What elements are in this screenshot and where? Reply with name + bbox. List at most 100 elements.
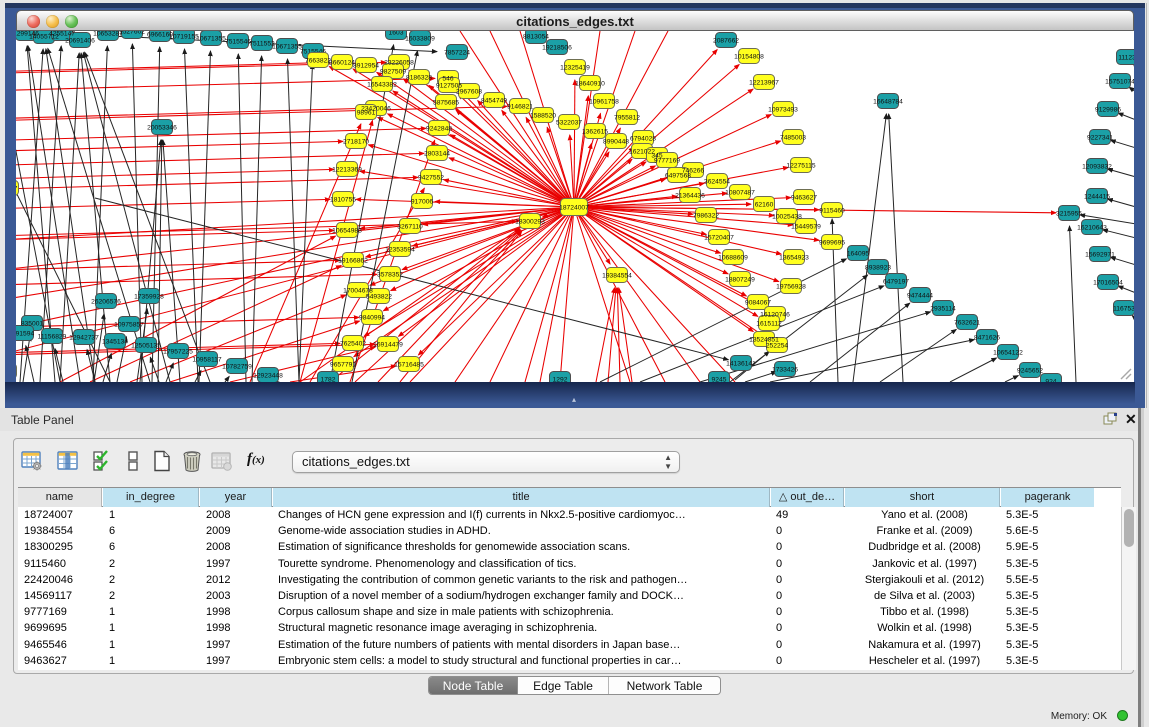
svg-text:12923448: 12923448	[253, 372, 283, 379]
svg-text:12353594: 12353594	[385, 246, 415, 253]
svg-text:15720407: 15720407	[704, 234, 734, 241]
svg-text:15692971: 15692971	[1085, 251, 1115, 258]
svg-text:8454749: 8454749	[481, 97, 507, 104]
svg-text:9777169: 9777169	[654, 157, 680, 164]
svg-text:12213967: 12213967	[749, 79, 779, 86]
svg-text:9245652: 9245652	[1017, 367, 1043, 374]
svg-text:17957225: 17957225	[163, 348, 193, 355]
svg-text:17359928: 17359928	[134, 293, 164, 300]
svg-text:19166862: 19166862	[338, 257, 368, 264]
svg-text:5493822: 5493822	[366, 293, 392, 300]
svg-text:21364436: 21364436	[675, 192, 705, 199]
svg-text:546: 546	[442, 75, 453, 82]
svg-text:10654122: 10654122	[993, 349, 1023, 356]
svg-text:1615112: 1615112	[756, 320, 782, 327]
svg-text:17004678: 17004678	[343, 287, 373, 294]
svg-text:7986322: 7986322	[693, 212, 719, 219]
svg-text:18300293: 18300293	[515, 218, 545, 225]
svg-text:12325419: 12325419	[560, 64, 590, 71]
svg-text:23226058: 23226058	[384, 59, 414, 66]
svg-text:13654923: 13654923	[779, 254, 809, 261]
svg-text:8912954: 8912954	[353, 62, 379, 69]
svg-text:1603: 1603	[389, 31, 404, 36]
svg-text:11123: 11123	[1118, 54, 1134, 61]
svg-text:9129986: 9129986	[1095, 106, 1121, 113]
svg-text:17016504: 17016504	[1093, 279, 1123, 286]
svg-text:10154808: 10154808	[734, 53, 764, 60]
svg-text:9827509: 9827509	[380, 68, 406, 75]
svg-text:9699695: 9699695	[819, 239, 845, 246]
svg-text:18640910: 18640910	[575, 80, 605, 87]
svg-text:16543382: 16543382	[367, 81, 397, 88]
svg-text:19218506: 19218506	[542, 44, 572, 51]
svg-text:7485003: 7485003	[780, 134, 806, 141]
svg-text:18807249: 18807249	[725, 276, 755, 283]
svg-text:164095: 164095	[847, 250, 870, 257]
svg-text:1527602: 1527602	[119, 31, 145, 35]
svg-text:1362615: 1362615	[582, 128, 608, 135]
svg-text:924: 924	[1045, 378, 1056, 382]
svg-text:9463627: 9463627	[791, 194, 817, 201]
svg-text:9146821: 9146821	[507, 103, 533, 110]
svg-text:917006: 917006	[411, 198, 434, 205]
svg-text:10719155: 10719155	[169, 33, 199, 40]
svg-text:8660124: 8660124	[329, 59, 355, 66]
svg-text:10671355: 10671355	[196, 35, 226, 42]
svg-text:14136141: 14136141	[726, 360, 756, 367]
svg-text:9427552: 9427552	[418, 174, 444, 181]
svg-text:1345134: 1345134	[102, 338, 128, 345]
svg-text:2718170: 2718170	[343, 138, 369, 145]
svg-text:18724007: 18724007	[559, 205, 589, 212]
svg-text:16033809: 16033809	[405, 35, 435, 42]
svg-text:19756928: 19756928	[776, 283, 806, 290]
svg-text:12093832: 12093832	[1082, 163, 1112, 170]
svg-text:20691406: 20691406	[65, 37, 95, 44]
svg-text:2935114: 2935114	[930, 305, 956, 312]
svg-text:6479197: 6479197	[883, 278, 909, 285]
svg-text:10973493: 10973493	[768, 106, 798, 113]
svg-text:8471626: 8471626	[974, 334, 1000, 341]
svg-text:3267110: 3267110	[397, 223, 423, 230]
svg-text:3215955: 3215955	[1056, 210, 1082, 217]
svg-text:1810755: 1810755	[330, 196, 356, 203]
svg-text:9084067: 9084067	[745, 299, 771, 306]
svg-text:1292: 1292	[553, 376, 568, 382]
svg-text:7625402: 7625402	[340, 340, 366, 347]
svg-text:19384554: 19384554	[602, 272, 632, 279]
svg-text:1588520: 1588520	[530, 112, 556, 119]
svg-text:8813054: 8813054	[523, 33, 549, 40]
svg-text:10688609: 10688609	[718, 254, 748, 261]
svg-text:9657791: 9657791	[330, 361, 356, 368]
svg-text:10671355: 10671355	[272, 43, 302, 50]
svg-text:2967608: 2967608	[456, 88, 482, 95]
svg-text:98961: 98961	[357, 109, 376, 116]
svg-text:5875685: 5875685	[433, 99, 459, 106]
svg-text:10807487: 10807487	[725, 189, 755, 196]
svg-text:15751074: 15751074	[1105, 78, 1134, 85]
svg-text:15449579: 15449579	[791, 223, 821, 230]
svg-text:252254: 252254	[766, 342, 789, 349]
svg-text:6794028: 6794028	[630, 135, 656, 142]
svg-text:835001: 835001	[21, 320, 44, 327]
svg-text:9245: 9245	[712, 376, 727, 382]
svg-text:3578352: 3578352	[377, 271, 403, 278]
svg-text:12275115: 12275115	[786, 162, 816, 169]
svg-text:3624554: 3624554	[704, 178, 730, 185]
svg-text:7857224: 7857224	[444, 49, 470, 56]
svg-text:9840994: 9840994	[359, 314, 385, 321]
svg-text:20053346: 20053346	[147, 124, 177, 131]
svg-text:10975857: 10975857	[114, 321, 144, 328]
svg-text:16648784: 16648784	[873, 98, 903, 105]
svg-text:9115460: 9115460	[819, 207, 845, 214]
svg-text:2087662: 2087662	[713, 37, 739, 44]
svg-text:7515546: 7515546	[225, 38, 251, 45]
svg-text:116753: 116753	[1113, 305, 1134, 312]
svg-text:10958117: 10958117	[192, 356, 222, 363]
svg-text:10025438: 10025438	[772, 213, 802, 220]
svg-text:16914479: 16914479	[373, 341, 403, 348]
svg-text:7663822: 7663822	[305, 57, 331, 64]
svg-text:1782: 1782	[321, 376, 336, 382]
svg-text:9227341: 9227341	[1087, 134, 1113, 141]
svg-text:7632621: 7632621	[954, 319, 980, 326]
svg-text:7955812: 7955812	[614, 114, 640, 121]
